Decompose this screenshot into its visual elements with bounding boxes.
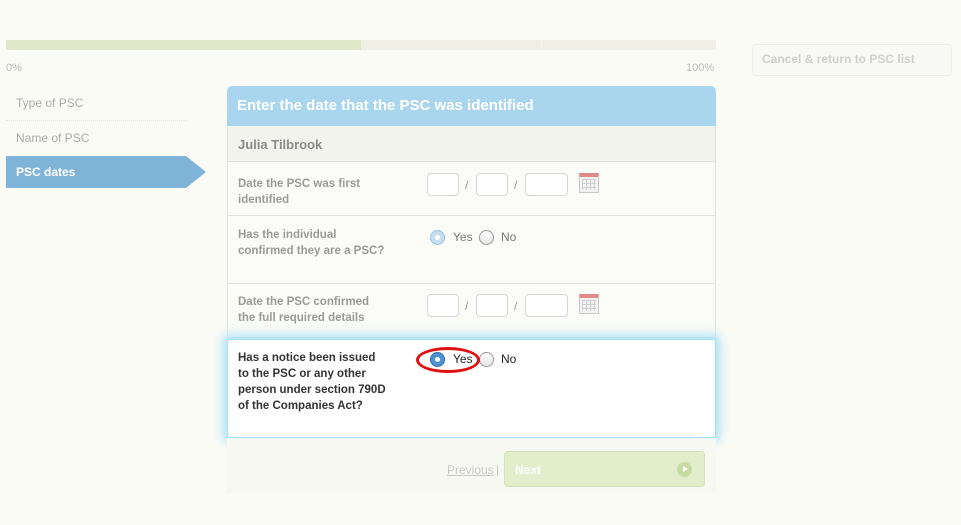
confirmed-month-input[interactable] — [476, 294, 508, 317]
identified-date-row: Date the PSC was first identified / / — [227, 162, 716, 216]
notice-issued-row: Has a notice been issued to the PSC or a… — [227, 339, 716, 438]
confirmed-yes-radio[interactable] — [430, 230, 445, 245]
psc-dates-panel: Enter the date that the PSC was identifi… — [227, 86, 716, 338]
progress-start-label: 0% — [6, 62, 22, 74]
active-step-arrow — [186, 156, 206, 188]
date-separator: / — [465, 299, 469, 313]
confirmed-year-input[interactable] — [525, 294, 568, 317]
notice-no-radio[interactable] — [479, 352, 494, 367]
date-separator: / — [514, 299, 518, 313]
progress-bar — [6, 40, 716, 50]
calendar-icon[interactable] — [579, 173, 599, 193]
identified-date-label: Date the PSC was first identified — [238, 178, 361, 206]
identified-day-input[interactable] — [427, 173, 459, 196]
footer-separator: | — [496, 463, 500, 477]
identified-month-input[interactable] — [476, 173, 508, 196]
identified-year-input[interactable] — [525, 173, 568, 196]
form-footer: Previous | Next — [227, 438, 716, 494]
confirmed-psc-label: Has the individual confirmed they are a … — [238, 229, 385, 257]
step-name-of-psc[interactable]: Name of PSC — [6, 131, 186, 145]
progress-end-label: 100% — [686, 62, 715, 74]
confirmed-day-input[interactable] — [427, 294, 459, 317]
confirmed-date-row: Date the PSC confirmed the full required… — [227, 284, 716, 338]
cancel-return-button[interactable]: Cancel & return to PSC list — [752, 44, 952, 76]
confirmed-date-label: Date the PSC confirmed the full required… — [238, 296, 369, 324]
calendar-icon[interactable] — [579, 294, 599, 314]
notice-issued-label: Has a notice been issued to the PSC or a… — [238, 352, 386, 412]
next-button[interactable]: Next — [504, 451, 705, 487]
arrow-right-icon — [677, 462, 692, 477]
annotation-circle — [416, 347, 480, 373]
previous-link[interactable]: Previous — [447, 463, 494, 477]
confirmed-psc-row: Has the individual confirmed they are a … — [227, 216, 716, 284]
psc-name: Julia Tilbrook — [227, 126, 716, 162]
step-divider — [6, 120, 186, 121]
confirmed-no-label: No — [501, 230, 517, 244]
date-separator: / — [514, 178, 518, 192]
progress-fill — [6, 40, 361, 50]
date-separator: / — [465, 178, 469, 192]
step-psc-dates[interactable]: PSC dates — [6, 156, 186, 188]
confirmed-yes-label: Yes — [453, 230, 473, 244]
confirmed-no-radio[interactable] — [479, 230, 494, 245]
panel-title: Enter the date that the PSC was identifi… — [227, 86, 716, 126]
next-button-label: Next — [515, 463, 542, 477]
notice-no-label: No — [501, 352, 517, 366]
progress-divider — [541, 40, 542, 50]
step-type-of-psc[interactable]: Type of PSC — [6, 96, 186, 110]
